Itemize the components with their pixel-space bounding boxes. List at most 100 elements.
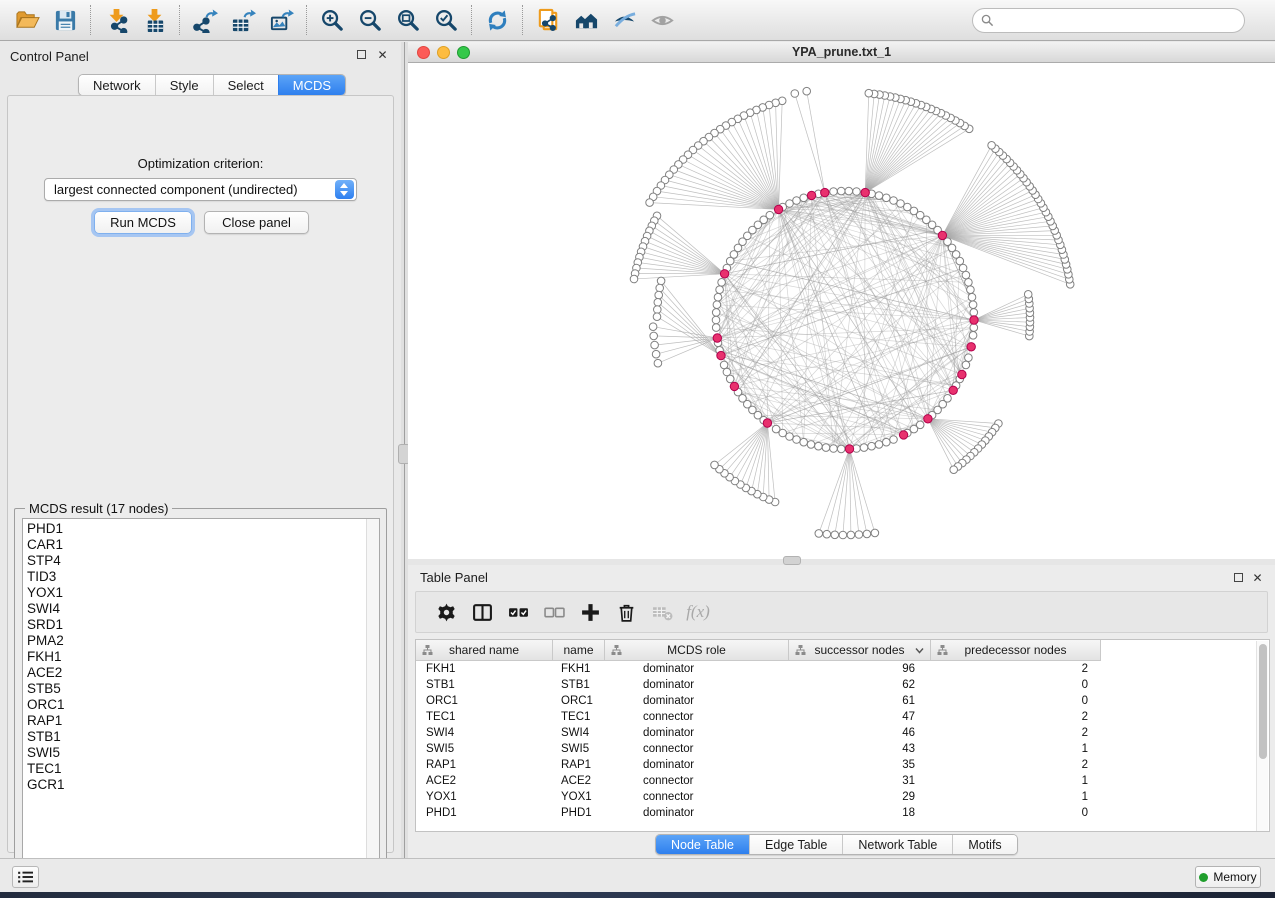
graph-hub-node[interactable] — [949, 386, 957, 394]
split-columns-button[interactable] — [464, 596, 500, 628]
graph-node[interactable] — [653, 313, 661, 321]
search-input[interactable] — [994, 11, 1244, 31]
zoom-out-button[interactable] — [351, 4, 389, 36]
graph-node[interactable] — [815, 530, 823, 538]
splitter-grip[interactable] — [783, 556, 801, 565]
select-all-button[interactable] — [500, 596, 536, 628]
deselect-all-button[interactable] — [536, 596, 572, 628]
mcds-result-item[interactable]: TID3 — [27, 569, 366, 585]
close-panel-button[interactable]: Close panel — [204, 211, 309, 234]
table-row-orc1[interactable]: ORC1ORC1dominator610 — [416, 693, 1269, 709]
hide-selected-button[interactable] — [605, 4, 643, 36]
graph-hub-node[interactable] — [958, 370, 966, 378]
graph-node[interactable] — [822, 444, 830, 452]
graph-node[interactable] — [712, 316, 720, 324]
graph-node[interactable] — [807, 441, 815, 449]
tab-select[interactable]: Select — [213, 75, 278, 95]
search-box[interactable] — [972, 8, 1245, 33]
graph-node[interactable] — [652, 350, 660, 358]
table-scrollbar[interactable] — [1256, 641, 1268, 832]
graph-node[interactable] — [800, 194, 808, 202]
tab-edge-table[interactable]: Edge Table — [749, 835, 842, 854]
tab-network[interactable]: Network — [79, 75, 155, 95]
export-table-button[interactable] — [224, 4, 262, 36]
mcds-result-item[interactable]: PMA2 — [27, 633, 366, 649]
graph-node[interactable] — [815, 442, 823, 450]
graph-node[interactable] — [831, 531, 839, 539]
tab-node-table[interactable]: Node Table — [656, 835, 749, 854]
tab-network-table[interactable]: Network Table — [842, 835, 952, 854]
graph-node[interactable] — [654, 299, 662, 307]
tab-mcds[interactable]: MCDS — [278, 75, 345, 95]
import-network-button[interactable] — [97, 4, 135, 36]
graph-node[interactable] — [965, 354, 973, 362]
graph-node[interactable] — [875, 192, 883, 200]
graph-node[interactable] — [646, 199, 654, 207]
graph-node[interactable] — [890, 197, 898, 205]
network-canvas[interactable] — [408, 63, 1275, 559]
graph-node[interactable] — [871, 529, 879, 537]
zoom-fit-button[interactable] — [389, 4, 427, 36]
table-row-stb1[interactable]: STB1STB1dominator620 — [416, 677, 1269, 693]
graph-node[interactable] — [883, 194, 891, 202]
graph-node[interactable] — [712, 324, 720, 332]
mcds-result-item[interactable]: SRD1 — [27, 617, 366, 633]
graph-node[interactable] — [950, 466, 958, 474]
float-panel-icon[interactable] — [355, 49, 368, 62]
graph-node[interactable] — [967, 286, 975, 294]
graph-node[interactable] — [962, 361, 970, 369]
table-row-fkh1[interactable]: FKH1FKH1dominator962 — [416, 661, 1269, 677]
graph-node[interactable] — [883, 438, 891, 446]
column-header-shared-name[interactable]: shared name — [416, 640, 553, 661]
graph-node[interactable] — [988, 142, 996, 150]
graph-node[interactable] — [711, 461, 719, 469]
mcds-result-item[interactable]: STB5 — [27, 681, 366, 697]
graph-hub-node[interactable] — [899, 431, 907, 439]
close-panel-icon[interactable]: ✕ — [1251, 572, 1264, 585]
network-from-selection-button[interactable] — [529, 4, 567, 36]
graph-hub-node[interactable] — [774, 205, 782, 213]
mcds-result-list[interactable]: PHD1CAR1STP4TID3YOX1SWI4SRD1PMA2FKH1ACE2… — [22, 518, 380, 874]
graph-node[interactable] — [720, 361, 728, 369]
graph-node[interactable] — [655, 291, 663, 299]
table-row-rap1[interactable]: RAP1RAP1dominator352 — [416, 757, 1269, 773]
graph-node[interactable] — [657, 277, 665, 285]
graph-node[interactable] — [837, 187, 845, 195]
graph-node[interactable] — [897, 200, 905, 208]
graph-hub-node[interactable] — [938, 231, 946, 239]
graph-node[interactable] — [830, 188, 838, 196]
graph-hub-node[interactable] — [763, 419, 771, 427]
import-table-button[interactable] — [135, 4, 173, 36]
graph-node[interactable] — [823, 530, 831, 538]
graph-node[interactable] — [969, 301, 977, 309]
mcds-result-item[interactable]: STP4 — [27, 553, 366, 569]
command-log-button[interactable] — [12, 866, 39, 888]
graph-node[interactable] — [970, 324, 978, 332]
graph-node[interactable] — [800, 438, 808, 446]
open-session-button[interactable] — [8, 4, 46, 36]
graph-node[interactable] — [875, 441, 883, 449]
mcds-list-scrollbar[interactable] — [366, 519, 379, 873]
graph-node[interactable] — [803, 87, 811, 95]
memory-button[interactable]: Memory — [1195, 866, 1261, 888]
graph-hub-node[interactable] — [821, 188, 829, 196]
graph-hub-node[interactable] — [845, 445, 853, 453]
graph-node[interactable] — [968, 293, 976, 301]
graph-node[interactable] — [793, 436, 801, 444]
export-image-button[interactable] — [262, 4, 300, 36]
graph-node[interactable] — [656, 284, 664, 292]
column-header-predecessor-nodes[interactable]: predecessor nodes — [931, 640, 1101, 661]
mcds-result-item[interactable]: ACE2 — [27, 665, 366, 681]
graph-node[interactable] — [726, 375, 734, 383]
graph-node[interactable] — [845, 187, 853, 195]
vertical-splitter[interactable] — [401, 42, 408, 858]
close-panel-icon[interactable]: ✕ — [376, 49, 389, 62]
table-row-swi4[interactable]: SWI4SWI4dominator462 — [416, 725, 1269, 741]
graph-node[interactable] — [654, 306, 662, 314]
graph-node[interactable] — [650, 332, 658, 340]
table-row-yox1[interactable]: YOX1YOX1connector291 — [416, 789, 1269, 805]
mcds-result-item[interactable]: PHD1 — [27, 521, 366, 537]
graph-node[interactable] — [791, 90, 799, 98]
graph-node[interactable] — [839, 531, 847, 539]
mcds-result-item[interactable]: ORC1 — [27, 697, 366, 713]
